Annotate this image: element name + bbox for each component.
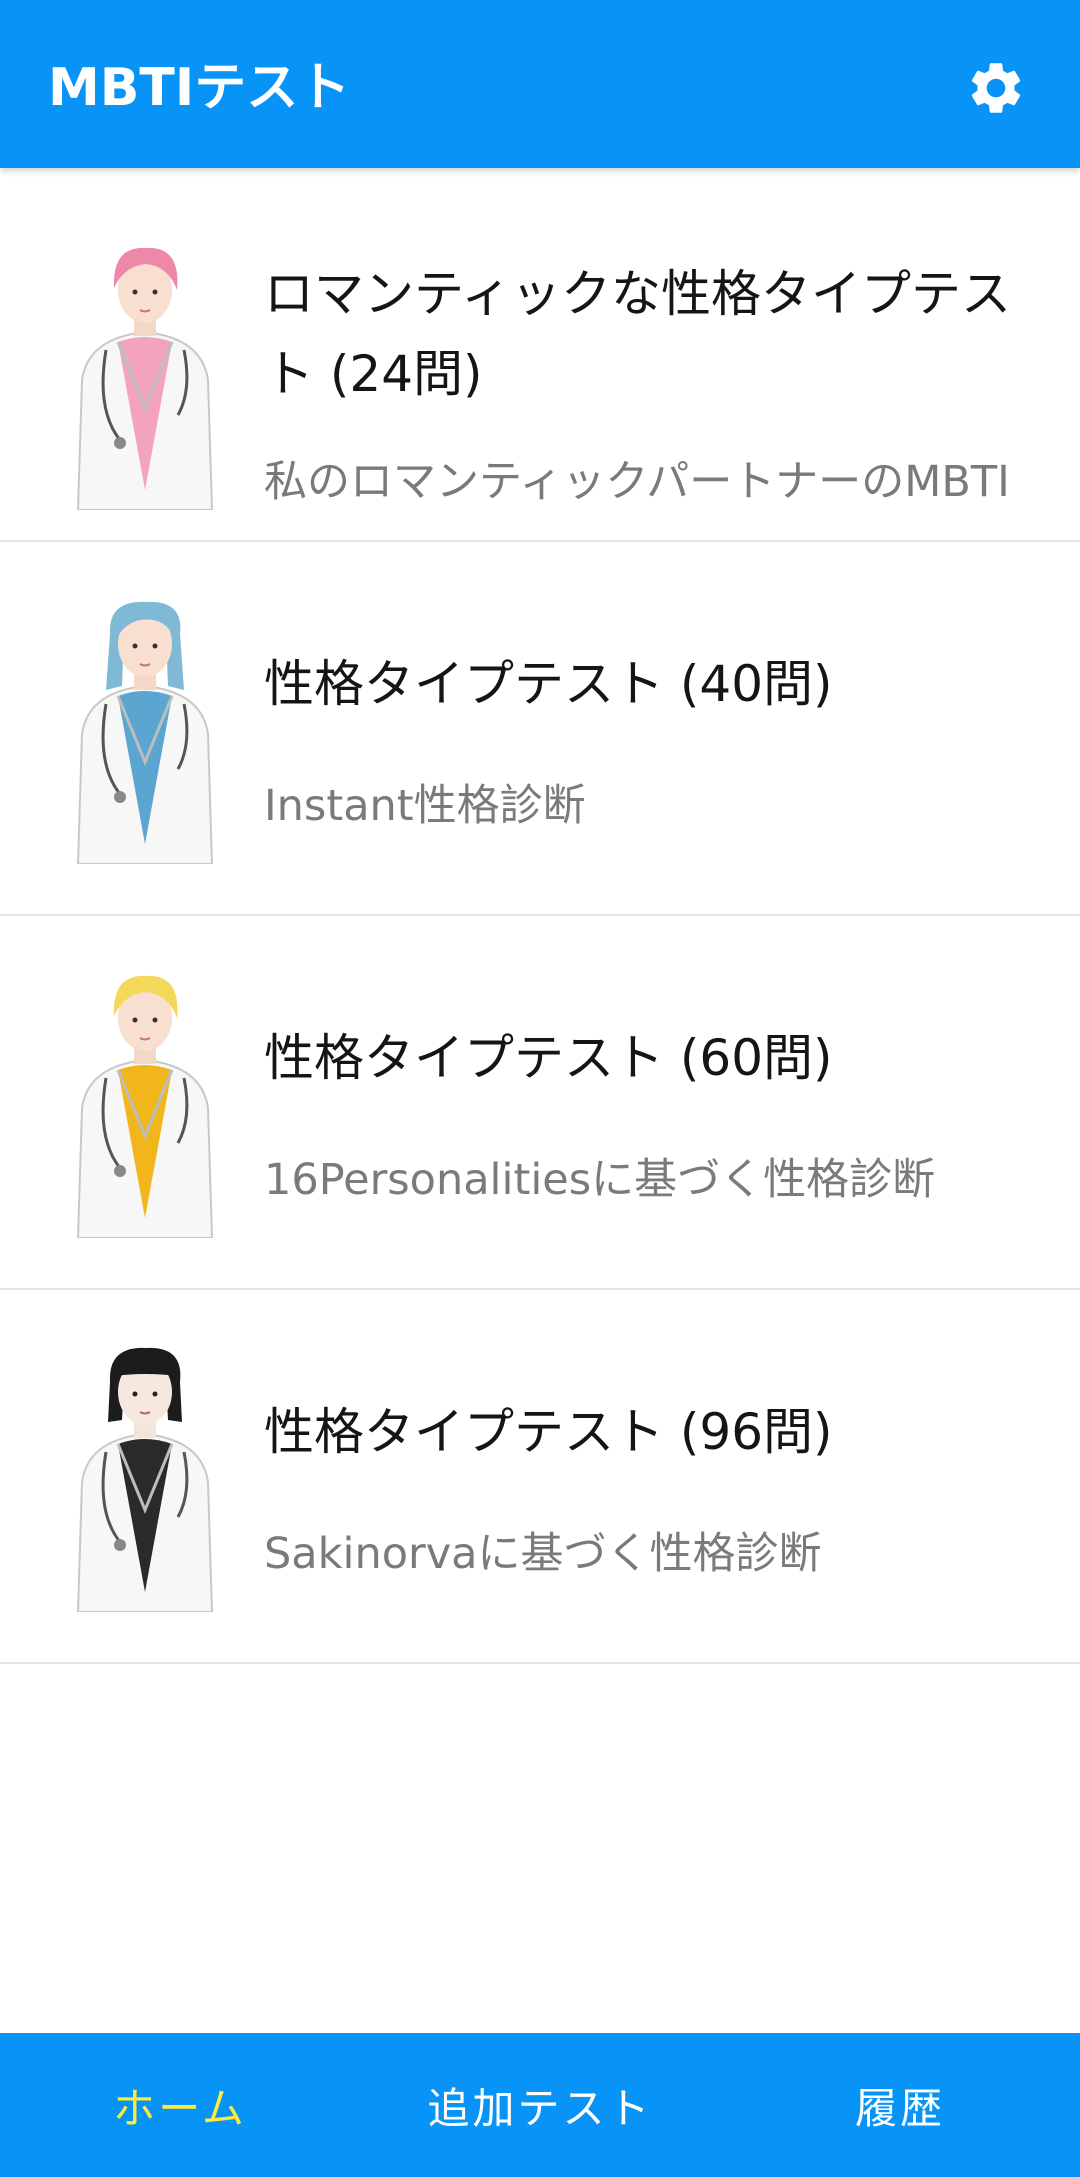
- test-title: 性格タイプテスト (96問): [264, 1403, 833, 1461]
- test-item-96[interactable]: 性格タイプテスト (96問) Sakinorvaに基づく性格診断: [0, 1290, 1080, 1664]
- nav-home[interactable]: ホーム: [0, 2033, 360, 2177]
- gear-icon: [971, 63, 1021, 113]
- test-subtitle: 16Personalitiesに基づく性格診断: [264, 1155, 936, 1205]
- nav-additional-tests[interactable]: 追加テスト: [360, 2033, 720, 2177]
- doctor-blue-hair-avatar: [76, 601, 214, 864]
- settings-button[interactable]: [960, 52, 1032, 124]
- nav-history[interactable]: 履歴: [720, 2033, 1080, 2177]
- doctor-blonde-hair-avatar: [76, 975, 214, 1238]
- test-title: 性格タイプテスト (60問): [264, 1029, 833, 1087]
- test-subtitle: Instant性格診断: [264, 781, 586, 831]
- doctor-pink-hair-avatar: [76, 247, 214, 510]
- test-item-40[interactable]: 性格タイプテスト (40問) Instant性格診断: [0, 542, 1080, 916]
- test-title: 性格タイプテスト (40問): [264, 655, 833, 713]
- test-subtitle: Sakinorvaに基づく性格診断: [264, 1529, 822, 1579]
- test-list: ロマンティックな性格タイプテスト (24問) 私のロマンティックパートナーのMB…: [0, 168, 1080, 1664]
- test-item-60[interactable]: 性格タイプテスト (60問) 16Personalitiesに基づく性格診断: [0, 916, 1080, 1290]
- doctor-black-hair-avatar: [76, 1347, 214, 1612]
- test-item-romantic-24[interactable]: ロマンティックな性格タイプテスト (24問) 私のロマンティックパートナーのMB…: [0, 168, 1080, 542]
- test-title: ロマンティックな性格タイプテスト (24問): [264, 265, 1011, 403]
- app-bar: MBTIテスト: [0, 0, 1080, 168]
- bottom-nav: ホーム 追加テスト 履歴: [0, 2033, 1080, 2177]
- test-subtitle: 私のロマンティックパートナーのMBTI: [264, 457, 1010, 507]
- app-title: MBTIテスト: [48, 58, 351, 118]
